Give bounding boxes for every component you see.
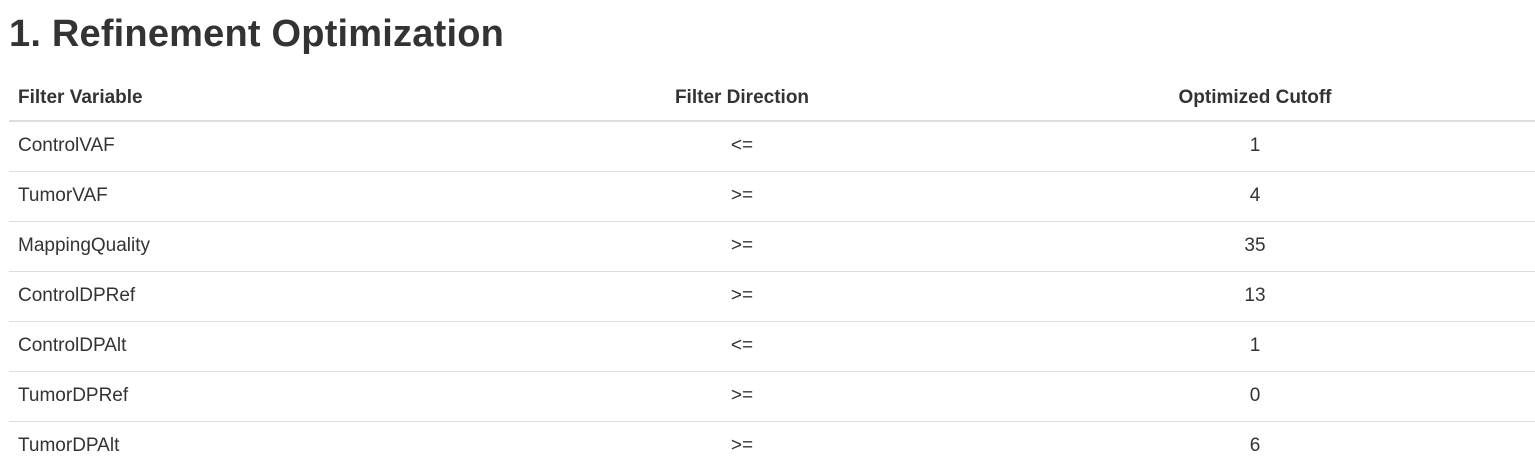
column-header-filter-direction: Filter Direction	[509, 75, 975, 122]
cell-optimized-cutoff: 6	[975, 420, 1535, 471]
cell-filter-direction: >=	[509, 270, 975, 321]
cell-filter-variable: TumorVAF	[9, 170, 509, 221]
table-row: TumorVAF >= 4	[9, 170, 1535, 221]
table-header-row: Filter Variable Filter Direction Optimiz…	[9, 75, 1535, 122]
cell-filter-variable: MappingQuality	[9, 220, 509, 271]
table-row: TumorDPRef >= 0	[9, 370, 1535, 421]
cell-optimized-cutoff: 35	[975, 220, 1535, 271]
cell-filter-direction: >=	[509, 220, 975, 271]
cell-filter-direction: <=	[509, 120, 975, 171]
cell-optimized-cutoff: 1	[975, 320, 1535, 371]
cell-optimized-cutoff: 1	[975, 120, 1535, 171]
table-row: ControlDPAlt <= 1	[9, 320, 1535, 371]
cell-filter-variable: ControlVAF	[9, 120, 509, 171]
cell-filter-variable: ControlDPRef	[9, 270, 509, 321]
cell-filter-direction: >=	[509, 370, 975, 421]
cell-filter-variable: TumorDPRef	[9, 370, 509, 421]
cell-filter-direction: >=	[509, 420, 975, 471]
table-row: TumorDPAlt >= 6	[9, 420, 1535, 471]
section-title: 1. Refinement Optimization	[9, 13, 505, 55]
cell-filter-variable: ControlDPAlt	[9, 320, 509, 371]
cell-optimized-cutoff: 4	[975, 170, 1535, 221]
cell-filter-direction: >=	[509, 170, 975, 221]
table-row: MappingQuality >= 35	[9, 220, 1535, 271]
refinement-table: Filter Variable Filter Direction Optimiz…	[9, 75, 1535, 471]
cell-filter-variable: TumorDPAlt	[9, 420, 509, 471]
table-row: ControlDPRef >= 13	[9, 270, 1535, 321]
cell-optimized-cutoff: 0	[975, 370, 1535, 421]
column-header-optimized-cutoff: Optimized Cutoff	[975, 75, 1535, 122]
cell-optimized-cutoff: 13	[975, 270, 1535, 321]
page: 1. Refinement Optimization Filter Variab…	[0, 0, 1535, 472]
column-header-filter-variable: Filter Variable	[9, 75, 509, 122]
table-row: ControlVAF <= 1	[9, 120, 1535, 171]
cell-filter-direction: <=	[509, 320, 975, 371]
